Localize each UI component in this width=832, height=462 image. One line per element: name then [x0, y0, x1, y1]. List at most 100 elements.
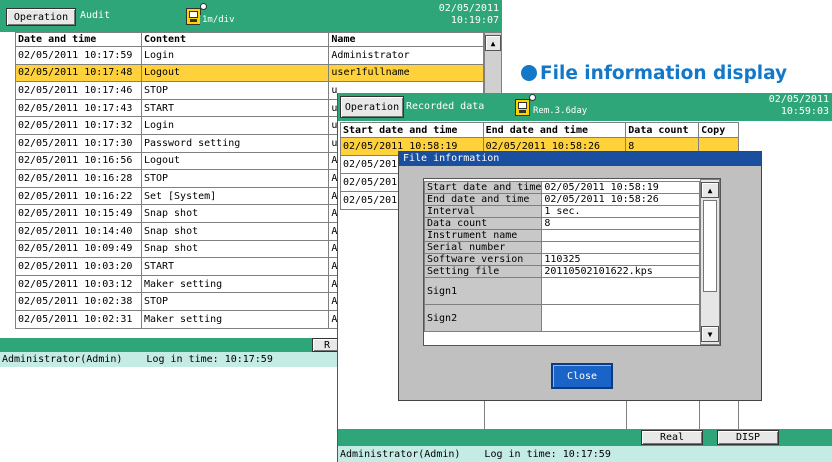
- info-row: Interval 1 sec.: [423, 205, 700, 218]
- row-datetime: 02/05/2011 10:09:49: [15, 239, 142, 259]
- column-header-copy[interactable]: Copy: [698, 122, 739, 138]
- row-content: Maker setting: [140, 309, 330, 329]
- table-row[interactable]: 02/05/2011 10:17:59 Login Administrator: [15, 46, 484, 65]
- info-label: Interval: [423, 205, 543, 218]
- callout-text: File information display: [540, 63, 788, 84]
- audit-titlebar: Operation Audit 1m/div 02/05/2011 10:19:…: [0, 0, 502, 32]
- info-value: [541, 277, 700, 305]
- info-label: Sign1: [423, 277, 543, 305]
- row-content: Login: [140, 116, 330, 135]
- audit-softkey-bar: R: [0, 338, 342, 352]
- info-label: Setting file: [423, 265, 543, 278]
- scroll-up-icon[interactable]: ▲: [485, 35, 501, 51]
- column-header-name[interactable]: Name: [328, 32, 484, 47]
- remaining-time: Rem.3.6day: [531, 106, 601, 120]
- media-icon: [186, 8, 201, 25]
- disp-softkey[interactable]: DISP: [717, 430, 779, 445]
- info-row: Setting file 20110502101622.kps: [423, 265, 700, 278]
- status-user: Administrator(Admin): [340, 448, 461, 460]
- info-value: [541, 229, 700, 242]
- row-content: Set [System]: [140, 186, 330, 206]
- recorded-softkey-bar: Real DISP: [338, 429, 832, 446]
- info-row: Data count 8: [423, 217, 700, 230]
- row-name: Administrator: [328, 46, 484, 65]
- info-label: Instrument name: [423, 229, 543, 242]
- audit-clock: 02/05/2011 10:19:07: [439, 3, 499, 27]
- operation-button[interactable]: Operation: [340, 96, 404, 118]
- row-content: Login: [140, 46, 330, 65]
- dialog-scrollbar[interactable]: ▲ ▼: [700, 179, 720, 345]
- column-header-content[interactable]: Content: [140, 32, 330, 47]
- column-header-count[interactable]: Data count: [625, 122, 700, 138]
- row-content: Snap shot: [140, 221, 330, 241]
- info-row: End date and time 02/05/2011 10:58:26: [423, 193, 700, 206]
- row-content: Logout: [140, 151, 330, 171]
- row-datetime: 02/05/2011 10:16:22: [15, 186, 142, 206]
- info-label: Data count: [423, 217, 543, 230]
- dialog-title: File information: [399, 152, 761, 166]
- info-row: Start date and time 02/05/2011 10:58:19: [423, 181, 700, 194]
- recorded-status-bar: Administrator(Admin) Log in time: 10:17:…: [338, 446, 832, 462]
- audit-status-bar: Administrator(Admin) Log in time: 10:17:…: [0, 352, 340, 367]
- column-header-date-time[interactable]: Date and time: [15, 32, 142, 47]
- recorded-clock: 02/05/2011 10:59:03: [769, 94, 829, 118]
- row-content: STOP: [140, 169, 330, 188]
- info-label: Serial number: [423, 241, 543, 254]
- info-label: Sign2: [423, 304, 543, 332]
- row-datetime: 02/05/2011 10:03:12: [15, 274, 142, 294]
- bullet-icon: [521, 65, 537, 81]
- info-value: 02/05/2011 10:58:26: [541, 193, 700, 206]
- info-value: 8: [541, 217, 700, 230]
- row-content: STOP: [140, 292, 330, 311]
- scroll-down-icon[interactable]: ▼: [701, 326, 719, 342]
- audit-time: 10:19:07: [450, 15, 499, 26]
- row-content: Snap shot: [140, 239, 330, 259]
- audit-date: 02/05/2011: [438, 3, 499, 14]
- info-value: 02/05/2011 10:58:19: [541, 181, 700, 194]
- column-header-start[interactable]: Start date and time: [340, 122, 484, 138]
- info-value: 110325: [541, 253, 700, 266]
- column-header-end[interactable]: End date and time: [482, 122, 627, 138]
- row-name: user1fullname: [328, 63, 484, 83]
- audit-mode-label: Audit: [80, 10, 111, 21]
- row-datetime: 02/05/2011 10:03:20: [15, 257, 142, 276]
- table-row[interactable]: 02/05/2011 10:17:48 Logout user1fullname: [15, 63, 484, 83]
- row-datetime: 02/05/2011 10:17:46: [15, 81, 142, 100]
- record-status-icon: [529, 94, 536, 101]
- real-softkey[interactable]: Real: [641, 430, 703, 445]
- info-row: Instrument name: [423, 229, 700, 242]
- record-status-icon: [200, 3, 207, 10]
- row-datetime: 02/05/2011 10:15:49: [15, 204, 142, 223]
- info-label: Software version: [423, 253, 543, 266]
- row-content: Maker setting: [140, 274, 330, 294]
- info-value: [541, 304, 700, 332]
- close-button[interactable]: Close: [551, 363, 613, 389]
- row-datetime: 02/05/2011 10:16:28: [15, 169, 142, 188]
- scroll-up-icon[interactable]: ▲: [701, 182, 719, 198]
- file-information-callout: File information display: [521, 63, 787, 84]
- recorded-time: 10:59:03: [780, 106, 829, 117]
- row-content: START: [140, 257, 330, 276]
- row-content: Password setting: [140, 133, 330, 153]
- status-login-time: Log in time: 10:17:59: [484, 448, 611, 460]
- row-content: START: [140, 98, 330, 118]
- info-value: 1 sec.: [541, 205, 700, 218]
- info-label: End date and time: [423, 193, 543, 206]
- row-datetime: 02/05/2011 10:17:30: [15, 133, 142, 153]
- trend-rate: 1m/div: [200, 15, 246, 29]
- recorded-date: 02/05/2011: [768, 94, 829, 105]
- operation-button[interactable]: Operation: [6, 8, 76, 26]
- recorded-titlebar: Operation Recorded data Rem.3.6day 02/05…: [338, 93, 832, 121]
- info-label: Start date and time: [423, 181, 543, 194]
- status-login-time: Log in time: 10:17:59: [146, 354, 273, 365]
- media-icon: [515, 99, 530, 116]
- row-datetime: 02/05/2011 10:17:32: [15, 116, 142, 135]
- row-datetime: 02/05/2011 10:02:31: [15, 309, 142, 329]
- info-value: 20110502101622.kps: [541, 265, 700, 278]
- info-value: [541, 241, 700, 254]
- dialog-panel: Start date and time 02/05/2011 10:58:19 En…: [423, 178, 721, 346]
- row-datetime: 02/05/2011 10:17:48: [15, 63, 142, 83]
- status-user: Administrator(Admin): [2, 354, 123, 365]
- row-content: STOP: [140, 81, 330, 100]
- scroll-thumb[interactable]: [703, 200, 717, 292]
